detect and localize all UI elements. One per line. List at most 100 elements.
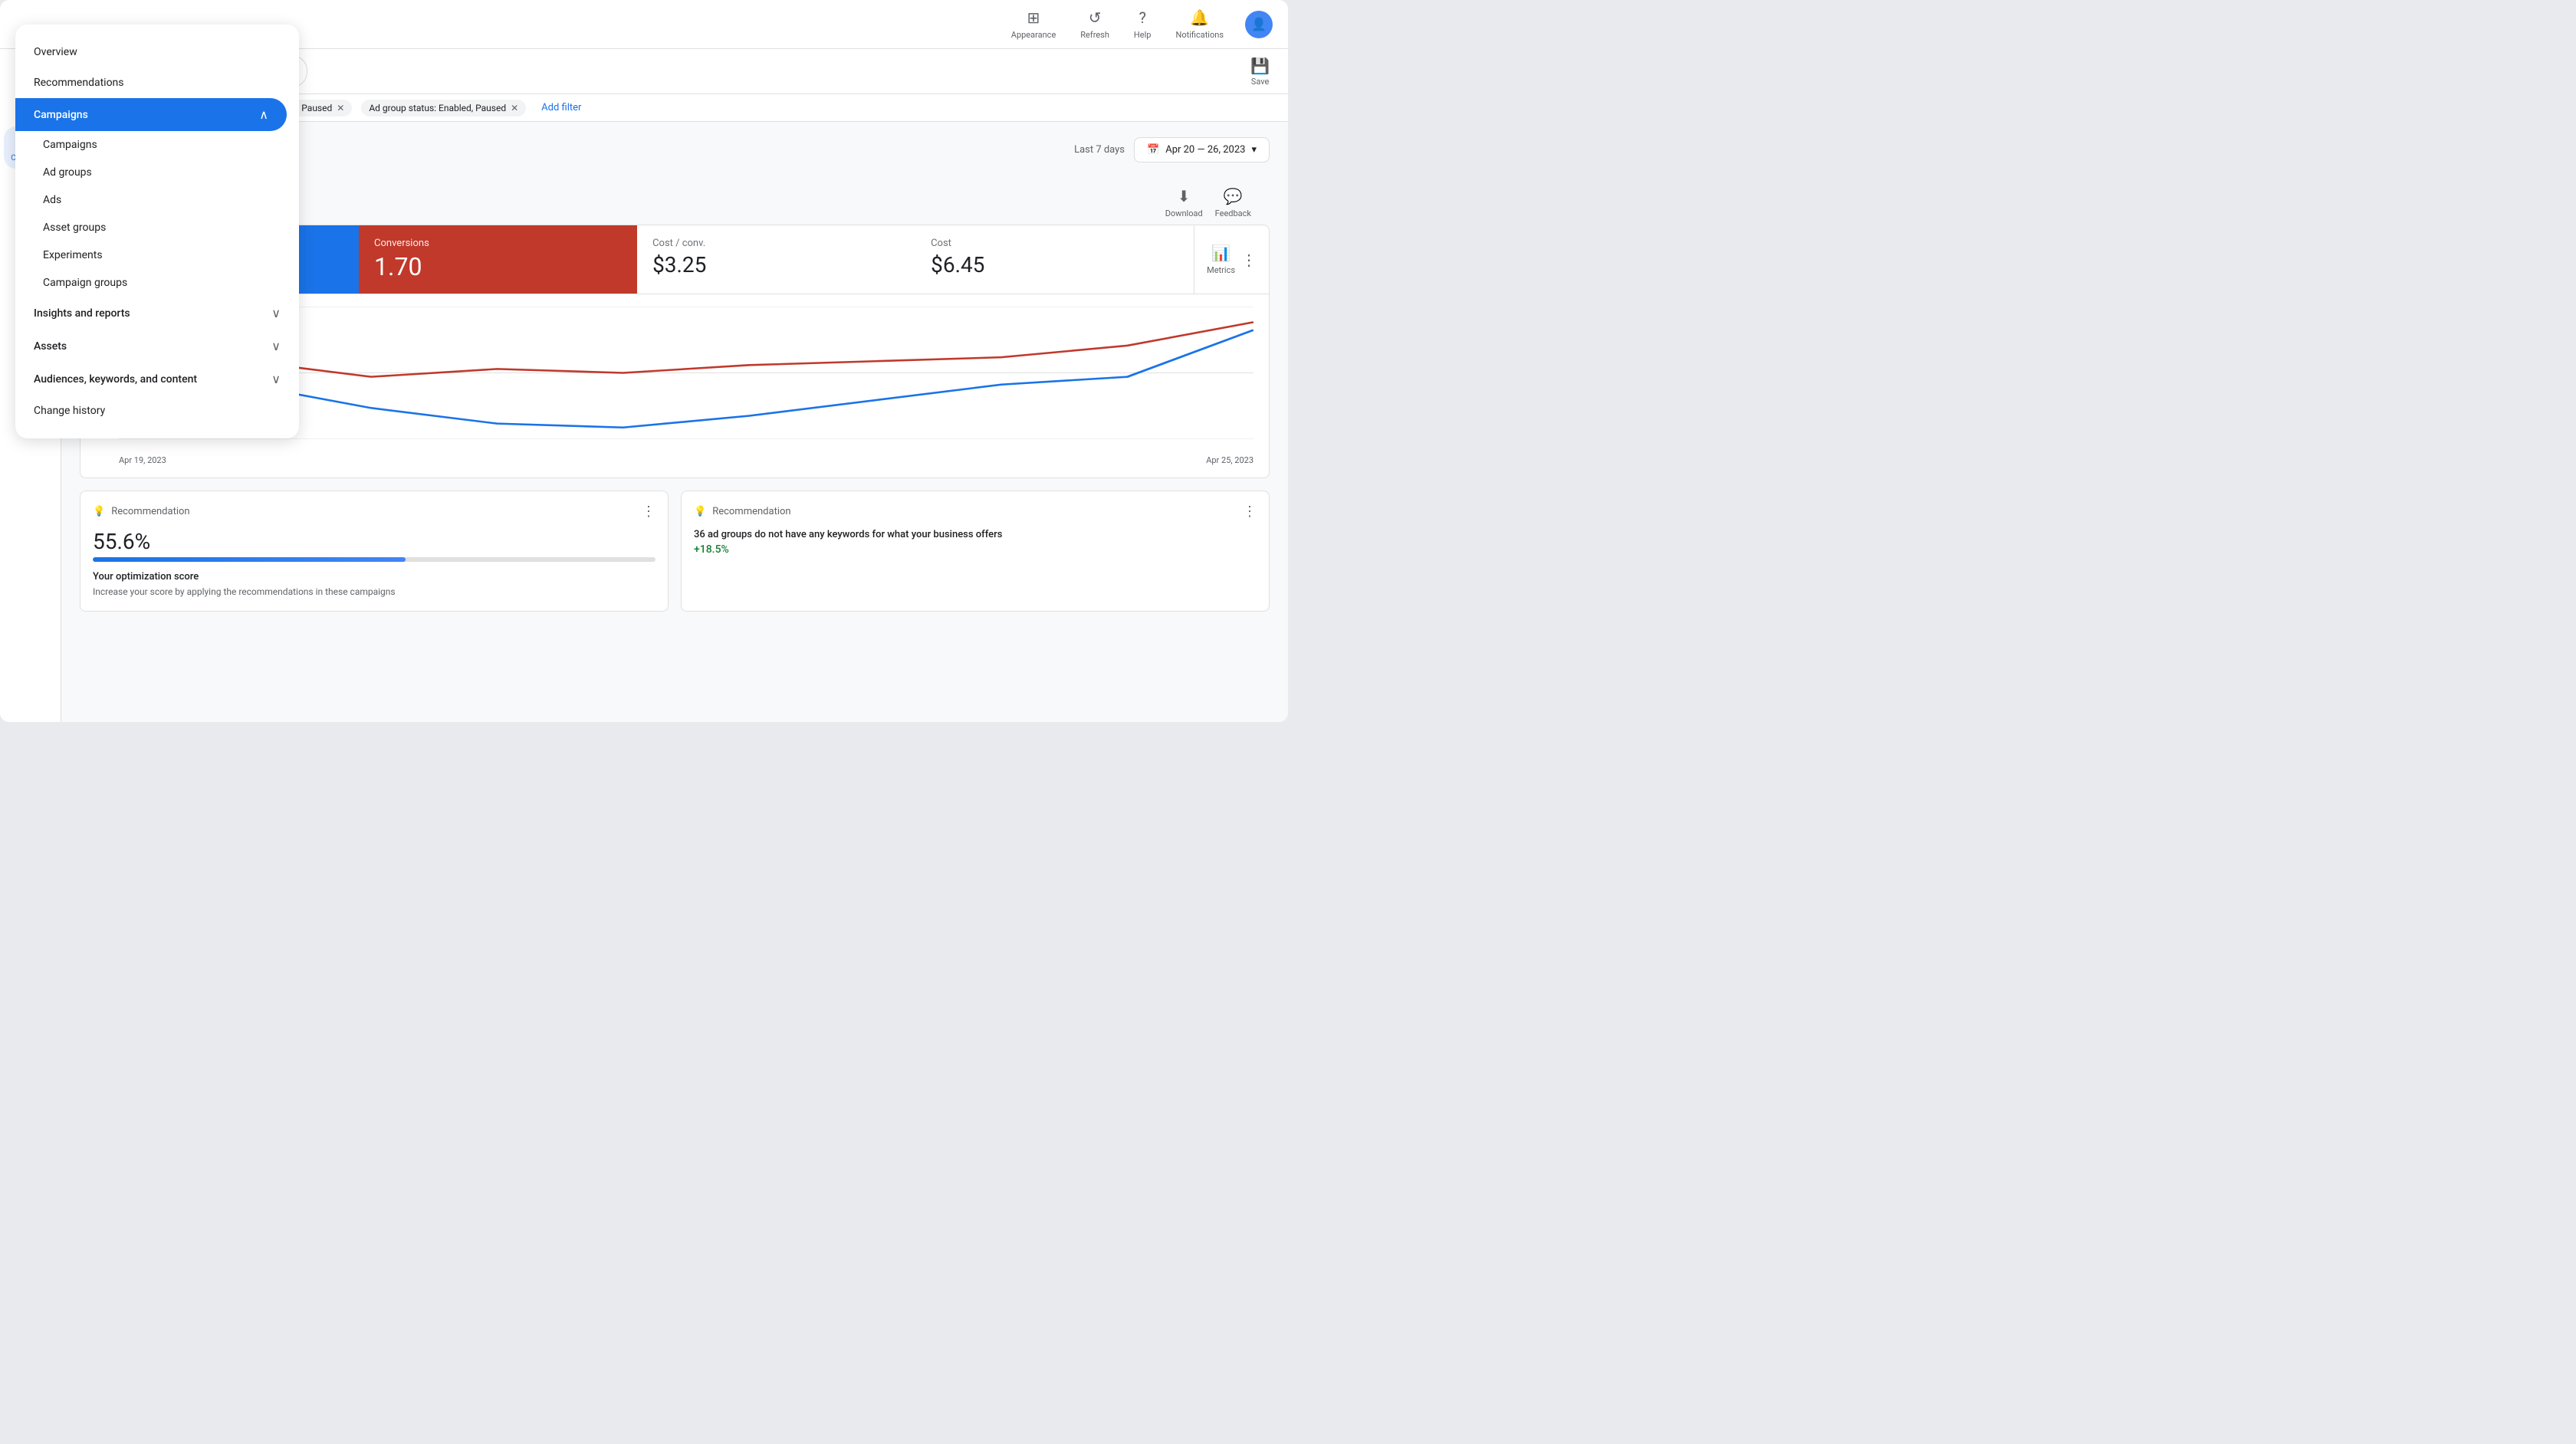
conversions-value: 1.70 [374,252,622,281]
nav-assets-label: Assets [34,340,67,353]
help-action[interactable]: ? Help [1125,2,1161,46]
nav-experiments[interactable]: Experiments [15,241,299,269]
right-actions: ⬇ Download 💬 Feedback [1165,187,1251,218]
cost-value: $6.45 [931,252,1178,277]
save-icon: 💾 [1250,57,1270,75]
date-range-button[interactable]: 📅 Apr 20 — 26, 2023 ▾ [1134,137,1270,162]
metrics-action[interactable]: 📊 Metrics [1207,244,1235,275]
recommendation-card-1: 💡 Recommendation ⋮ 55.6% Your optimizati… [80,491,669,612]
download-label: Download [1165,208,1203,218]
download-action[interactable]: ⬇ Download [1165,187,1203,218]
conversions-metric[interactable]: Conversions 1.70 [359,225,637,294]
rec1-label: 💡 Recommendation [93,506,190,517]
date-dropdown-icon: ▾ [1251,144,1257,156]
nav-audiences-label: Audiences, keywords, and content [34,373,197,386]
nav-campaign-groups[interactable]: Campaign groups [15,269,299,297]
nav-ads[interactable]: Ads [15,186,299,214]
campaign-status-remove-icon[interactable]: ✕ [337,103,344,113]
campaigns-chevron-icon: ∧ [259,107,268,122]
refresh-icon: ↺ [1089,8,1102,27]
rec2-header: 💡 Recommendation ⋮ [694,504,1257,520]
adgroup-status-label: Ad group status: Enabled, Paused [369,103,506,113]
appearance-icon: ⊞ [1027,8,1040,27]
nav-recommendations[interactable]: Recommendations [15,67,299,98]
metrics-label: Metrics [1207,265,1235,275]
rec1-header: 💡 Recommendation ⋮ [93,504,656,520]
header-actions: ⊞ Appearance ↺ Refresh ? Help 🔔 Notifica… [1002,2,1273,46]
notifications-action[interactable]: 🔔 Notifications [1166,2,1233,46]
metrics-more-icon[interactable]: ⋮ [1241,252,1257,267]
rec1-score-label: Your optimization score [93,571,656,583]
chart-x-labels: Apr 19, 2023 Apr 25, 2023 [119,455,1254,465]
rec2-label: 💡 Recommendation [694,506,791,517]
cost-metric[interactable]: Cost $6.45 [915,225,1194,294]
rec1-more-icon[interactable]: ⋮ [642,504,656,520]
nav-assets-header[interactable]: Assets ∨ [15,330,299,363]
cost-per-conv-metric[interactable]: Cost / conv. $3.25 [637,225,915,294]
nav-overview-label: Overview [34,46,77,58]
date-selector: Last 7 days 📅 Apr 20 — 26, 2023 ▾ [1074,137,1270,162]
notifications-label: Notifications [1175,30,1224,40]
rec2-lightbulb-icon: 💡 [694,506,706,517]
feedback-icon: 💬 [1224,187,1243,205]
nav-campaign-groups-label: Campaign groups [43,277,127,289]
insights-chevron-icon: ∨ [271,306,281,320]
notifications-icon: 🔔 [1190,8,1209,27]
progress-bar-fill [93,557,406,562]
save-button[interactable]: 💾 Save [1250,57,1270,87]
rec2-action: 36 ad groups do not have any keywords fo… [694,529,1257,540]
rec2-change: +18.5% [694,543,1257,556]
adgroup-status-tag[interactable]: Ad group status: Enabled, Paused ✕ [361,100,526,117]
rec2-label-text: Recommendation [712,506,790,517]
add-filter-button[interactable]: Add filter [535,99,587,117]
nav-campaigns-section[interactable]: Campaigns ∧ [15,98,287,131]
nav-panel: Overview Recommendations Campaigns ∧ Cam… [15,25,299,438]
metrics-right: 📊 Metrics ⋮ [1194,225,1269,294]
nav-change-history-label: Change history [34,405,105,417]
nav-sub-campaigns-label: Campaigns [43,139,97,151]
nav-ad-groups[interactable]: Ad groups [15,159,299,186]
calendar-icon: 📅 [1147,144,1159,156]
date-range-label: Last 7 days [1074,144,1125,156]
rec1-label-text: Recommendation [111,506,189,517]
rec1-description: Increase your score by applying the reco… [93,586,656,599]
cost-per-conv-value: $3.25 [652,252,900,277]
rec1-lightbulb-icon: 💡 [93,506,105,517]
chart-x-label-start: Apr 19, 2023 [119,455,166,465]
feedback-label: Feedback [1215,208,1251,218]
appearance-action[interactable]: ⊞ Appearance [1002,2,1066,46]
feedback-action[interactable]: 💬 Feedback [1215,187,1251,218]
audiences-chevron-icon: ∨ [271,372,281,386]
cost-label: Cost [931,238,1178,249]
recommendation-card-2: 💡 Recommendation ⋮ 36 ad groups do not h… [681,491,1270,612]
conversions-label: Conversions [374,238,622,249]
chart-x-label-end: Apr 25, 2023 [1206,455,1254,465]
nav-campaigns-section-label: Campaigns [34,109,88,121]
nav-overview[interactable]: Overview [15,37,299,67]
date-range-value: Apr 20 — 26, 2023 [1165,144,1245,156]
progress-bar [93,557,656,562]
cost-per-conv-label: Cost / conv. [652,238,900,249]
nav-asset-groups-label: Asset groups [43,222,106,234]
help-label: Help [1134,30,1152,40]
user-avatar[interactable]: 👤 [1245,11,1273,38]
nav-recommendations-label: Recommendations [34,77,124,89]
download-icon: ⬇ [1178,187,1191,205]
nav-sub-campaigns[interactable]: Campaigns [15,131,299,159]
nav-change-history[interactable]: Change history [15,395,299,426]
refresh-action[interactable]: ↺ Refresh [1071,2,1119,46]
recommendations-row: 💡 Recommendation ⋮ 55.6% Your optimizati… [80,491,1270,612]
metrics-icon: 📊 [1211,244,1230,262]
appearance-label: Appearance [1011,30,1056,40]
refresh-label: Refresh [1080,30,1109,40]
help-icon: ? [1138,8,1145,27]
nav-insights-header[interactable]: Insights and reports ∨ [15,297,299,330]
nav-asset-groups[interactable]: Asset groups [15,214,299,241]
nav-ads-label: Ads [43,194,61,206]
rec2-more-icon[interactable]: ⋮ [1243,504,1257,520]
assets-chevron-icon: ∨ [271,339,281,353]
save-label: Save [1251,77,1270,87]
adgroup-status-remove-icon[interactable]: ✕ [511,103,518,113]
nav-audiences-header[interactable]: Audiences, keywords, and content ∨ [15,363,299,395]
nav-ad-groups-label: Ad groups [43,166,92,179]
